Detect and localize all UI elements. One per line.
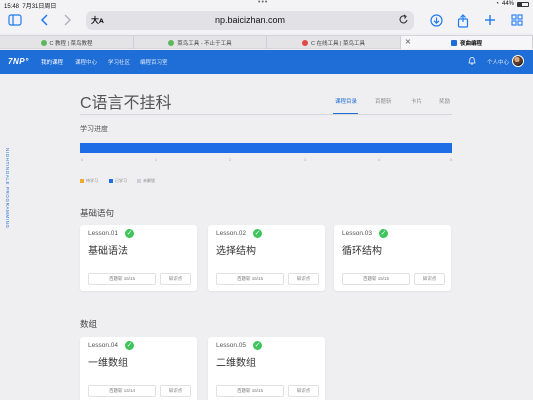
check-icon: ✓ bbox=[125, 341, 134, 350]
wifi-icon: ◔ bbox=[495, 1, 499, 7]
legend-learned: 已学习 bbox=[109, 178, 127, 184]
check-icon: ✓ bbox=[125, 229, 134, 238]
close-tab-icon[interactable]: ✕ bbox=[405, 38, 411, 46]
check-icon: ✓ bbox=[379, 229, 388, 238]
question-bank-button[interactable]: 百题斩 15/15 bbox=[216, 385, 284, 397]
favicon-icon bbox=[450, 39, 457, 46]
browser-toolbar: 大ᴀ np.baicizhan.com bbox=[0, 10, 533, 33]
check-icon: ✓ bbox=[253, 341, 262, 350]
knowledge-points-button[interactable]: 知识点 bbox=[414, 273, 445, 285]
tab-runoob-tools[interactable]: 菜鸟工具 - 不止于工具 bbox=[134, 36, 267, 49]
lesson-code: Lesson.01 bbox=[88, 230, 118, 237]
knowledge-points-button[interactable]: 知识点 bbox=[288, 273, 319, 285]
lesson-name: 基础语法 bbox=[88, 246, 128, 257]
nav-practice-room[interactable]: 编程百习室 bbox=[140, 58, 168, 66]
lesson-card[interactable]: Lesson.04 ✓ 一维数组 百题斩 14/14 知识点 bbox=[80, 337, 197, 400]
lesson-code: Lesson.03 bbox=[342, 230, 372, 237]
battery-percent: 44% bbox=[501, 1, 514, 7]
tabs-grid-icon[interactable] bbox=[510, 14, 524, 28]
tab-rewards[interactable]: 奖励 bbox=[439, 97, 450, 105]
lesson-card[interactable]: Lesson.05 ✓ 二维数组 百题斩 15/15 知识点 bbox=[208, 337, 325, 400]
progress-fill bbox=[80, 143, 452, 153]
user-center-link[interactable]: 个人中心 bbox=[487, 58, 509, 66]
knowledge-points-button[interactable]: 知识点 bbox=[288, 385, 319, 397]
tab-label: 菜鸟工具 - 不止于工具 bbox=[177, 40, 232, 47]
nav-course-center[interactable]: 课程中心 bbox=[75, 58, 97, 66]
battery-icon bbox=[517, 1, 529, 7]
page-title: C语言不挂科 bbox=[80, 95, 172, 112]
progress-tick: 1 bbox=[155, 158, 157, 162]
section-title: 基础语句 bbox=[80, 208, 115, 218]
site-nav: 7NP° 我的课程 课程中心 学习社区 编程百习室 个人中心 bbox=[0, 50, 533, 74]
lesson-code: Lesson.02 bbox=[216, 230, 246, 237]
tab-c-online-tool[interactable]: C 在线工具 | 菜鸟工具 bbox=[267, 36, 401, 49]
download-icon[interactable] bbox=[429, 14, 443, 28]
progress-tick: 2 bbox=[229, 158, 231, 162]
progress-tick: 3 bbox=[304, 158, 306, 162]
side-brand: NIGHTINGALE PROGRAMMING bbox=[5, 148, 10, 229]
progress-label: 学习进度 bbox=[80, 126, 108, 133]
new-tab-icon[interactable] bbox=[483, 14, 497, 28]
tab-label: C 在线工具 | 菜鸟工具 bbox=[311, 40, 365, 47]
section-title: 数组 bbox=[80, 319, 98, 329]
knowledge-points-button[interactable]: 知识点 bbox=[160, 385, 191, 397]
bell-icon[interactable] bbox=[468, 56, 476, 67]
tab-strip: C 教程 | 菜鸟教程 菜鸟工具 - 不止于工具 C 在线工具 | 菜鸟工具 ✕… bbox=[0, 35, 533, 49]
tab-cards[interactable]: 卡片 bbox=[411, 97, 422, 105]
nav-my-courses[interactable]: 我的课程 bbox=[41, 58, 63, 66]
check-icon: ✓ bbox=[253, 229, 262, 238]
favicon-icon bbox=[168, 39, 175, 46]
site-logo[interactable]: 7NP° bbox=[8, 57, 29, 66]
lesson-name: 一维数组 bbox=[88, 358, 128, 369]
tab-question-bank[interactable]: 百题斩 bbox=[375, 97, 392, 105]
lesson-card[interactable]: Lesson.02 ✓ 选择结构 百题斩 15/15 知识点 bbox=[208, 225, 325, 291]
lesson-card[interactable]: Lesson.03 ✓ 循环结构 百题斩 15/15 知识点 bbox=[334, 225, 451, 291]
lesson-name: 选择结构 bbox=[216, 246, 256, 257]
avatar[interactable] bbox=[512, 55, 524, 67]
back-icon[interactable] bbox=[38, 14, 52, 28]
lesson-code: Lesson.04 bbox=[88, 342, 118, 349]
share-icon[interactable] bbox=[456, 14, 470, 28]
forward-icon[interactable] bbox=[60, 14, 74, 28]
question-bank-button[interactable]: 百题斩 15/15 bbox=[342, 273, 410, 285]
tab-course-catalog[interactable]: 课程目录 bbox=[335, 97, 357, 105]
status-time: 15:48 7月31日周日 bbox=[4, 4, 57, 10]
multitask-dots[interactable]: ••• bbox=[258, 0, 268, 6]
favicon-icon bbox=[302, 39, 308, 46]
knowledge-points-button[interactable]: 知识点 bbox=[160, 273, 191, 285]
status-bar: 15:48 7月31日周日 ••• ◔ 44% bbox=[0, 0, 533, 10]
nav-community[interactable]: 学习社区 bbox=[108, 58, 130, 66]
legend-locked: 未解锁 bbox=[137, 178, 155, 184]
lesson-name: 二维数组 bbox=[216, 358, 256, 369]
tab-label: 夜曲编程 bbox=[459, 40, 482, 47]
address-bar[interactable]: 大ᴀ np.baicizhan.com bbox=[86, 11, 414, 30]
favicon-icon bbox=[40, 39, 47, 46]
legend-pending: 待学习 bbox=[80, 178, 98, 184]
divider bbox=[80, 114, 452, 115]
tab-yequ[interactable]: ✕ 夜曲编程 bbox=[401, 36, 533, 49]
url-host[interactable]: np.baicizhan.com bbox=[86, 15, 414, 25]
question-bank-button[interactable]: 百题斩 15/15 bbox=[88, 273, 156, 285]
question-bank-button[interactable]: 百题斩 14/14 bbox=[88, 385, 156, 397]
status-right: ◔ 44% bbox=[495, 1, 529, 7]
progress-tick: 0 bbox=[81, 158, 83, 162]
lesson-card[interactable]: Lesson.01 ✓ 基础语法 百题斩 15/15 知识点 bbox=[80, 225, 197, 291]
reload-icon[interactable] bbox=[399, 14, 409, 28]
tab-label: C 教程 | 菜鸟教程 bbox=[49, 40, 93, 47]
tab-c-tutorial[interactable]: C 教程 | 菜鸟教程 bbox=[0, 36, 134, 49]
question-bank-button[interactable]: 百题斩 15/15 bbox=[216, 273, 284, 285]
progress-tick: 5 bbox=[450, 158, 452, 162]
lesson-name: 循环结构 bbox=[342, 246, 382, 257]
lesson-code: Lesson.05 bbox=[216, 342, 246, 349]
progress-bar bbox=[80, 143, 452, 153]
sidebar-icon[interactable] bbox=[8, 14, 22, 28]
progress-tick: 4 bbox=[378, 158, 380, 162]
